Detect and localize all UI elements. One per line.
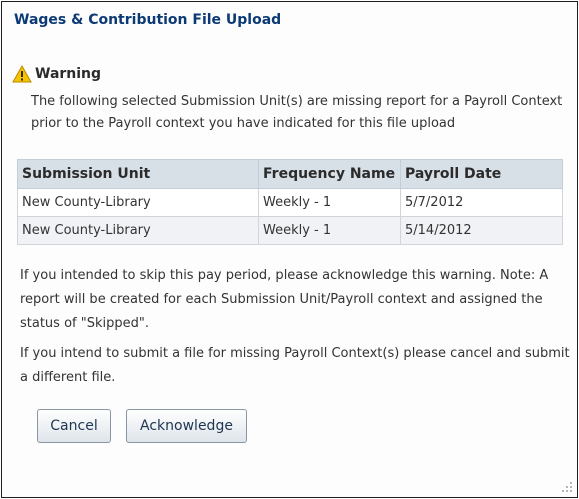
column-header-payroll-date[interactable]: Payroll Date (400, 159, 563, 189)
file-upload-dialog: Wages & Contribution File Upload Warning… (1, 1, 578, 498)
cell-frequency-name: Weekly - 1 (258, 216, 401, 245)
column-header-submission-unit[interactable]: Submission Unit (17, 159, 259, 189)
cell-payroll-date: 5/14/2012 (400, 216, 563, 245)
warning-label: Warning (35, 66, 102, 82)
table-row[interactable]: New County-Library Weekly - 1 5/7/2012 (17, 188, 563, 217)
skip-period-info: If you intended to skip this pay period,… (20, 268, 549, 331)
cell-payroll-date: 5/7/2012 (400, 188, 563, 217)
table-row[interactable]: New County-Library Weekly - 1 5/14/2012 (17, 216, 563, 245)
warning-message: The following selected Submission Unit(s… (31, 94, 563, 131)
cancel-button[interactable]: Cancel (37, 409, 111, 443)
table-header-row: Submission Unit Frequency Name Payroll D… (17, 159, 563, 189)
cell-frequency-name: Weekly - 1 (258, 188, 401, 217)
missing-report-table: Submission Unit Frequency Name Payroll D… (17, 159, 563, 245)
resize-grip-icon[interactable] (561, 481, 573, 493)
acknowledge-button[interactable]: Acknowledge (126, 409, 247, 443)
cancel-info: If you intend to submit a file for missi… (20, 346, 570, 385)
column-header-frequency-name[interactable]: Frequency Name (258, 159, 401, 189)
warning-header: Warning (12, 64, 102, 83)
cell-submission-unit: New County-Library (17, 216, 259, 245)
dialog-title: Wages & Contribution File Upload (14, 12, 282, 28)
warning-icon (12, 64, 32, 83)
cell-submission-unit: New County-Library (17, 188, 259, 217)
